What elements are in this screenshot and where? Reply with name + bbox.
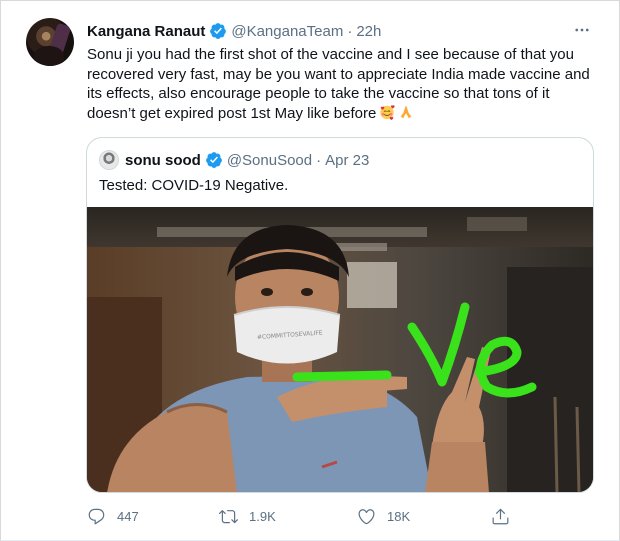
verified-badge-icon [210, 23, 227, 39]
tweet-body: Sonu ji you had the first shot of the va… [87, 45, 595, 123]
quoted-tweet-text: Tested: COVID-19 Negative. [99, 177, 289, 194]
like-count: 18K [387, 508, 411, 524]
retweet-button[interactable]: 1.9K [219, 504, 276, 528]
reply-count: 447 [117, 508, 139, 524]
tweet-header: Kangana Ranaut @KanganaTeam · 22h [87, 21, 381, 41]
retweet-count: 1.9K [249, 508, 276, 524]
author-name[interactable]: Kangana Ranaut [87, 23, 205, 40]
quoted-author-handle: @SonuSood [226, 151, 313, 169]
quoted-author-avatar [99, 150, 119, 170]
retweet-icon [219, 509, 238, 523]
share-button[interactable] [491, 504, 521, 528]
reply-button[interactable]: 447 [87, 504, 139, 528]
smiling-face-with-hearts-emoji [380, 104, 395, 120]
folded-hands-emoji [401, 105, 412, 118]
quoted-tweet-header: sonu sood @SonuSood · Apr 23 [99, 150, 369, 170]
photo-illustration: #COMMITTOSEVALIFE [87, 207, 593, 492]
quoted-header-separator: · [316, 151, 322, 169]
header-separator: · [347, 22, 353, 40]
reply-icon [88, 508, 105, 524]
quoted-tweet[interactable]: sonu sood @SonuSood · Apr 23 Tested: COV… [86, 137, 594, 493]
more-options-icon[interactable] [573, 21, 591, 39]
quoted-tweet-photo[interactable]: #COMMITTOSEVALIFE [87, 207, 593, 492]
tweet-card[interactable]: Kangana Ranaut @KanganaTeam · 22h Sonu j… [0, 0, 620, 541]
tweet-text: Sonu ji you had the first shot of the va… [87, 46, 590, 122]
like-button[interactable]: 18K [357, 504, 410, 528]
verified-badge-icon [205, 152, 222, 168]
quoted-tweet-date: Apr 23 [325, 151, 370, 169]
share-icon [492, 508, 509, 524]
author-avatar[interactable] [26, 18, 74, 66]
tweet-actions-bar: 447 1.9K 18K [1, 504, 620, 528]
author-handle[interactable]: @KanganaTeam [231, 23, 343, 40]
heart-icon [358, 508, 375, 524]
tweet-timestamp[interactable]: 22h [356, 23, 381, 40]
quoted-author-name: sonu sood [125, 151, 201, 169]
